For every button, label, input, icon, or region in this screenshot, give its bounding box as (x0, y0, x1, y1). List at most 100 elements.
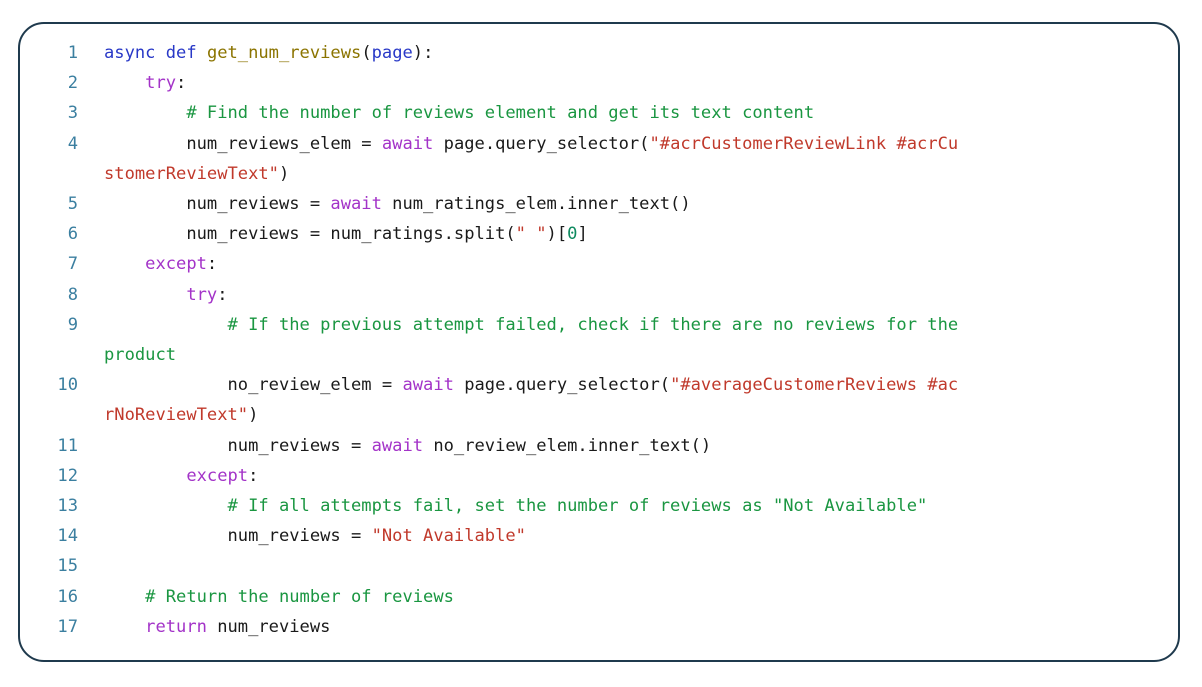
code-text: except: (104, 249, 1168, 279)
code-token-kw: def (165, 43, 197, 63)
line-number: 6 (67, 224, 78, 245)
line-number: 3 (67, 103, 78, 124)
code-token-pl: : (217, 284, 228, 305)
code-line: 14 num_reviews = "Not Available" (30, 521, 1168, 551)
code-listing[interactable]: 1 async def get_num_reviews(page): 2 try: 3… (20, 24, 1178, 652)
code-token-ctl: await (402, 375, 454, 396)
code-token-str: rNoReviewText" (104, 405, 249, 426)
code-wrapped-line: rNoReviewText") (30, 400, 1168, 430)
code-token-pl: : (206, 254, 218, 275)
code-token-str: "#acrCustomerReviewLink #acrCu (649, 133, 959, 154)
code-line: 6 num_reviews = num_ratings.split(" ")[0… (30, 219, 1168, 249)
line-number: 12 (57, 465, 78, 486)
code-line: 13 # If all attempts fail, set the numbe… (30, 491, 1168, 521)
code-token-ctl: await (371, 435, 424, 456)
line-number: 8 (67, 284, 78, 305)
code-token-pl: num_ratings.split( (320, 224, 516, 245)
code-token-pl: num_reviews (104, 435, 351, 456)
code-token-op: = (361, 133, 372, 154)
code-token-pl: page.query_selector( (453, 375, 671, 396)
code-text: except: (104, 461, 1168, 491)
code-token-num: 0 (567, 224, 578, 245)
code-line: 11 num_reviews = await no_review_elem.in… (30, 431, 1168, 461)
code-line: 12 except: (30, 461, 1168, 491)
line-number: 9 (67, 314, 78, 335)
code-token-str: "#averageCustomerReviews #ac (670, 375, 959, 396)
code-token-pl: num_reviews (104, 224, 310, 245)
code-token-pl: ] (577, 224, 588, 245)
line-number: 13 (57, 496, 78, 517)
code-text: try: (104, 68, 1168, 98)
code-text: return num_reviews (104, 612, 1168, 642)
code-line: 7 except: (30, 249, 1168, 279)
code-text: num_reviews = await num_ratings_elem.inn… (104, 189, 1168, 219)
code-token-com: # If the previous attempt failed, check … (227, 314, 959, 335)
code-text: try: (104, 280, 1168, 310)
code-wrapped-line: product (30, 340, 1168, 370)
code-token-pl: num_reviews_elem (104, 133, 362, 154)
code-text: stomerReviewText") (104, 159, 1168, 189)
code-text: # Find the number of reviews element and… (104, 98, 1168, 128)
code-token-pl: no_review_elem.inner_text() (423, 435, 712, 456)
code-token-par: page (371, 43, 413, 63)
code-line: 9 # If the previous attempt failed, chec… (30, 310, 1168, 340)
code-text: num_reviews = num_ratings.split(" ")[0] (104, 219, 1168, 249)
code-token-op: = (381, 375, 393, 396)
code-line: 2 try: (30, 68, 1168, 98)
line-number: 7 (67, 254, 78, 275)
code-token-com: # If all attempts fail, set the number o… (227, 496, 928, 517)
code-text: # If all attempts fail, set the number o… (104, 491, 1168, 521)
code-token-pl: )[ (546, 224, 568, 245)
code-token-pl: ): (412, 43, 434, 63)
line-number: 11 (57, 435, 78, 456)
line-number: 15 (57, 556, 78, 577)
code-token-pl: no_review_elem (104, 375, 382, 396)
code-token-pl: num_reviews (206, 616, 331, 637)
code-text: num_reviews = await no_review_elem.inner… (104, 431, 1168, 461)
code-line: 15 (30, 551, 1168, 581)
code-text: product (104, 340, 1168, 370)
code-token-ctl: await (330, 194, 382, 215)
code-token-pl: ) (278, 163, 290, 184)
code-token-str: "Not Available" (371, 526, 526, 547)
code-token-str: stomerReviewText" (104, 163, 279, 184)
code-token-op: = (309, 194, 321, 215)
line-number: 14 (57, 526, 78, 547)
code-token-op: = (351, 526, 362, 547)
code-line: 4 num_reviews_elem = await page.query_se… (30, 129, 1168, 159)
code-token-pl: ( (361, 43, 372, 63)
code-text: rNoReviewText") (104, 400, 1168, 430)
code-token-ctl: return (145, 616, 207, 637)
code-text: num_reviews_elem = await page.query_sele… (104, 129, 1168, 159)
code-text: no_review_elem = await page.query_select… (104, 370, 1168, 400)
code-token-com: # Find the number of reviews element and… (186, 103, 815, 124)
code-line: 5 num_reviews = await num_ratings_elem.i… (30, 189, 1168, 219)
code-token-com: product (104, 345, 177, 366)
code-token-pl: num_reviews (104, 194, 310, 215)
code-line: 16 # Return the number of reviews (30, 582, 1168, 612)
code-block-card: 1 async def get_num_reviews(page): 2 try: 3… (18, 22, 1180, 662)
line-number: 10 (57, 375, 78, 396)
code-token-ctl: await (381, 133, 434, 154)
code-token-com: # Return the number of reviews (145, 586, 454, 607)
code-line: 17 return num_reviews (30, 612, 1168, 642)
code-token-op: = (309, 224, 321, 245)
code-text: # If the previous attempt failed, check … (104, 310, 1168, 340)
code-token-fn: get_num_reviews (206, 43, 362, 63)
code-token-pl: page.query_selector( (433, 133, 650, 154)
line-number: 4 (67, 133, 78, 154)
code-token-pl: num_reviews (104, 526, 351, 547)
